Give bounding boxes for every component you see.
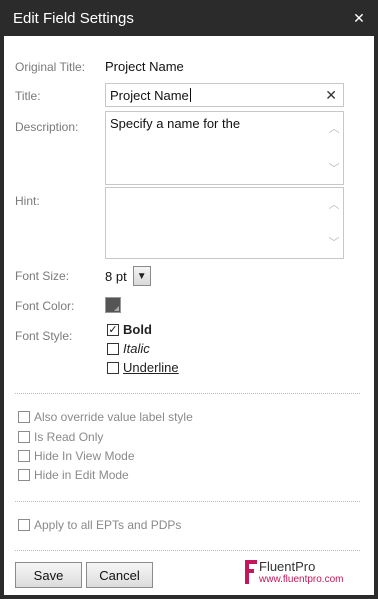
cancel-button[interactable]: Cancel	[86, 562, 153, 588]
fluentpro-logo: FluentPro www.fluentpro.com	[245, 559, 343, 585]
title-label: Title:	[15, 89, 41, 103]
title-input[interactable]: Project Name ✕	[105, 83, 344, 107]
title-input-value: Project Name	[110, 87, 189, 103]
hide-in-edit-mode-checkbox[interactable]: Hide in Edit Mode	[18, 468, 129, 482]
read-only-label: Is Read Only	[34, 430, 104, 444]
underline-checkbox[interactable]: Underline	[107, 360, 179, 375]
text-caret	[189, 88, 191, 102]
dialog-title: Edit Field Settings	[13, 9, 134, 27]
edit-field-settings-dialog: Edit Field Settings ✕ Original Title: Pr…	[0, 0, 378, 599]
override-label-style-checkbox[interactable]: Also override value label style	[18, 410, 193, 424]
chevron-down-icon[interactable]: ﹀	[327, 238, 341, 249]
original-title-label: Original Title:	[15, 60, 86, 74]
description-label: Description:	[15, 120, 79, 134]
divider	[15, 501, 360, 502]
chevron-up-icon[interactable]: ︿	[327, 124, 341, 135]
font-size-select[interactable]: 8 pt ▼	[105, 265, 151, 287]
hint-textarea[interactable]: ︿ ﹀	[105, 187, 344, 259]
checkbox[interactable]	[18, 469, 30, 481]
description-scrollbar[interactable]: ︿ ﹀	[327, 112, 341, 184]
logo-text: FluentPro www.fluentpro.com	[259, 559, 343, 585]
font-size-label: Font Size:	[15, 269, 70, 283]
fluentpro-logo-icon	[245, 560, 257, 584]
checkbox[interactable]	[18, 431, 30, 443]
hide-in-view-mode-checkbox[interactable]: Hide In View Mode	[18, 449, 135, 463]
chevron-down-icon[interactable]: ﹀	[327, 164, 341, 175]
logo-name: FluentPro	[259, 559, 316, 574]
checkbox[interactable]	[107, 342, 119, 355]
hint-label: Hint:	[15, 194, 40, 208]
font-size-value: 8 pt	[105, 268, 127, 284]
checkbox[interactable]	[107, 361, 119, 374]
divider	[15, 393, 360, 394]
apply-to-all-label: Apply to all EPTs and PDPs	[34, 518, 182, 532]
font-color-swatch[interactable]	[105, 297, 121, 313]
hint-scrollbar[interactable]: ︿ ﹀	[327, 188, 341, 258]
original-title-value: Project Name	[105, 59, 184, 74]
clear-icon[interactable]: ✕	[325, 87, 337, 104]
description-value: Specify a name for the	[110, 116, 241, 131]
checkbox[interactable]	[18, 450, 30, 462]
chevron-down-icon[interactable]: ▼	[132, 266, 151, 286]
dialog-titlebar: Edit Field Settings ✕	[4, 0, 374, 36]
italic-checkbox[interactable]: Italic	[107, 341, 150, 356]
italic-label: Italic	[123, 341, 150, 356]
checkbox-checked[interactable]: ✓	[107, 323, 119, 336]
font-color-label: Font Color:	[15, 299, 75, 313]
dialog-body: Original Title: Project Name Title: Proj…	[4, 36, 374, 595]
close-icon[interactable]: ✕	[352, 11, 366, 25]
chevron-up-icon[interactable]: ︿	[327, 200, 341, 211]
font-style-label: Font Style:	[15, 329, 73, 343]
logo-url: www.fluentpro.com	[259, 574, 344, 585]
hide-in-view-mode-label: Hide In View Mode	[34, 449, 135, 463]
bold-label: Bold	[123, 322, 152, 337]
bold-checkbox[interactable]: ✓ Bold	[107, 322, 152, 337]
save-button[interactable]: Save	[15, 562, 82, 588]
hide-in-edit-mode-label: Hide in Edit Mode	[34, 468, 129, 482]
override-label-style-label: Also override value label style	[34, 410, 193, 424]
read-only-checkbox[interactable]: Is Read Only	[18, 430, 103, 444]
checkbox[interactable]	[18, 519, 30, 531]
checkbox[interactable]	[18, 411, 30, 423]
apply-to-all-checkbox[interactable]: Apply to all EPTs and PDPs	[18, 518, 181, 532]
description-textarea[interactable]: Specify a name for the ︿ ﹀	[105, 111, 344, 185]
divider	[15, 550, 360, 551]
underline-label: Underline	[123, 360, 179, 375]
